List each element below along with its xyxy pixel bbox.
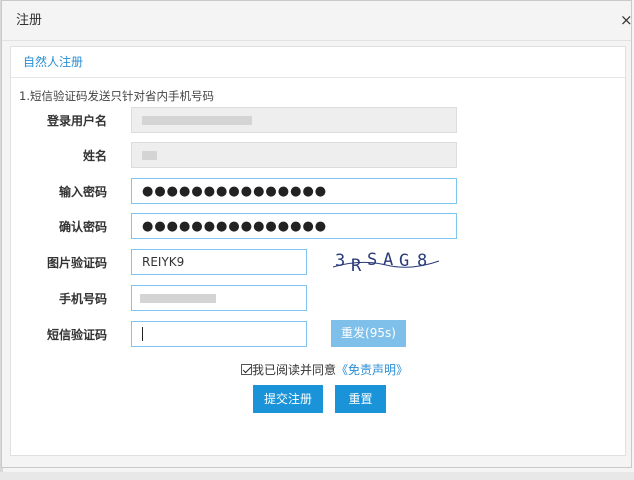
agreement-row: 我已阅读并同意《免责声明》 — [241, 362, 408, 378]
password-value: ●●●●●●●●●●●●●●● — [142, 184, 328, 199]
sms-note: 1.短信验证码发送只针对省内手机号码 — [19, 89, 214, 103]
reset-button[interactable]: 重置 — [335, 385, 386, 413]
sms-code-label: 短信验证码 — [46, 328, 107, 342]
image-code-label: 图片验证码 — [46, 256, 107, 270]
password-field[interactable]: ●●●●●●●●●●●●●●● — [131, 178, 457, 204]
phone-field[interactable] — [131, 285, 307, 311]
captcha-char: G — [399, 251, 409, 271]
resend-sms-button[interactable]: 重发(95s) — [331, 320, 406, 347]
agreement-text: 我已阅读并同意 — [252, 363, 337, 377]
image-code-field[interactable]: REIYK9 — [131, 249, 307, 275]
captcha-char: A — [383, 250, 393, 270]
register-dialog: 注册 × 自然人注册 1.短信验证码发送只针对省内手机号码 登录用户名 姓名 输… — [1, 0, 634, 468]
name-masked-value — [142, 151, 157, 160]
tab-natural-person-register[interactable]: 自然人注册 — [23, 54, 83, 70]
captcha-char: S — [367, 250, 377, 270]
captcha-char: R — [351, 256, 362, 275]
checkbox-checked-icon[interactable] — [241, 364, 252, 375]
captcha-char: 3 — [335, 251, 345, 271]
password-label: 输入密码 — [58, 185, 107, 199]
captcha-char: 8 — [417, 251, 427, 271]
submit-register-button[interactable]: 提交注册 — [253, 385, 323, 413]
username-field — [131, 107, 457, 133]
dialog-titlebar: 注册 × — [2, 1, 634, 41]
phone-label: 手机号码 — [58, 292, 107, 306]
confirm-password-value: ●●●●●●●●●●●●●●● — [142, 219, 328, 234]
username-masked-value — [142, 116, 252, 125]
image-code-value: REIYK9 — [142, 255, 185, 269]
confirm-password-label: 确认密码 — [58, 220, 107, 234]
disclaimer-link[interactable]: 《免责声明》 — [336, 363, 408, 377]
tab-divider — [11, 77, 625, 78]
name-label: 姓名 — [82, 149, 107, 163]
form-panel: 自然人注册 1.短信验证码发送只针对省内手机号码 登录用户名 姓名 输入密码 ●… — [10, 46, 626, 456]
close-icon[interactable]: × — [620, 11, 634, 29]
sms-code-field[interactable] — [131, 321, 307, 347]
dialog-title: 注册 — [16, 13, 43, 28]
username-label: 登录用户名 — [46, 114, 107, 128]
text-cursor — [142, 326, 143, 341]
confirm-password-field[interactable]: ●●●●●●●●●●●●●●● — [131, 213, 457, 239]
background-window-bottom — [0, 472, 634, 480]
phone-masked-value — [140, 294, 216, 303]
captcha-image[interactable]: 3 R S A G 8 — [331, 247, 441, 275]
name-field — [131, 142, 457, 168]
